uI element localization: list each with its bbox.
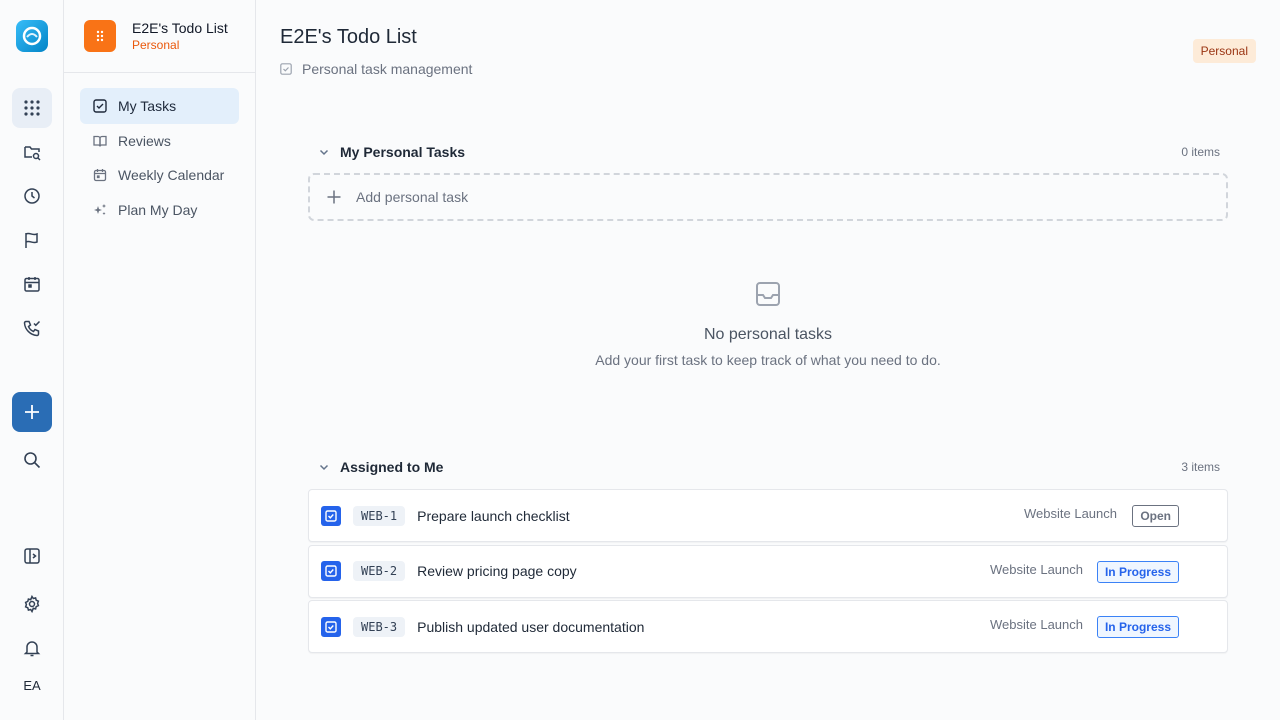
task-list: WEB-1 Prepare launch checklist Website L…: [308, 489, 1228, 656]
toggle-sidebar-icon[interactable]: [12, 536, 52, 576]
flag-icon[interactable]: [12, 220, 52, 260]
task-type-icon: [321, 561, 341, 581]
personal-tasks-header[interactable]: My Personal Tasks 0 items: [308, 138, 1228, 166]
book-open-icon: [92, 133, 108, 149]
sidebar-item-reviews[interactable]: Reviews: [80, 123, 239, 159]
subtitle-text: Personal task management: [302, 61, 473, 77]
icon-rail: EA: [0, 0, 64, 720]
task-row[interactable]: WEB-1 Prepare launch checklist Website L…: [308, 489, 1228, 542]
create-plus-button[interactable]: [12, 392, 52, 432]
sidebar-item-weekly-calendar[interactable]: Weekly Calendar: [80, 157, 239, 193]
settings-gear-icon[interactable]: [12, 584, 52, 624]
sidebar-item-label: Plan My Day: [118, 201, 198, 218]
item-count-badge: 3 items: [1173, 458, 1228, 476]
calendar-icon: [92, 167, 108, 183]
notifications-bell-icon[interactable]: [12, 628, 52, 668]
clock-icon[interactable]: [12, 176, 52, 216]
empty-state-description: Add your first task to keep track of wha…: [595, 352, 941, 368]
task-row[interactable]: WEB-3 Publish updated user documentation…: [308, 600, 1228, 653]
section-title: My Personal Tasks: [340, 144, 466, 160]
folder-search-icon[interactable]: [12, 132, 52, 172]
checkbox-square-icon: [92, 98, 108, 114]
workspace-grip-icon: [84, 20, 116, 52]
task-row[interactable]: WEB-2 Review pricing page copy Website L…: [308, 544, 1228, 598]
user-avatar-initials[interactable]: EA: [0, 678, 64, 693]
sparkles-icon: [92, 202, 108, 218]
assigned-tasks-section: Assigned to Me 3 items WEB-1 Prepare lau…: [308, 453, 1228, 653]
apps-grid-icon[interactable]: [12, 88, 52, 128]
empty-state-title: No personal tasks: [703, 326, 833, 343]
empty-state: No personal tasks Add your first task to…: [308, 280, 1228, 368]
task-id: WEB-2: [353, 561, 406, 581]
task-title: Publish updated user documentation: [417, 618, 645, 635]
search-icon[interactable]: [12, 440, 52, 480]
task-type-icon: [321, 505, 341, 526]
section-title: Assigned to Me: [340, 459, 444, 475]
task-id: WEB-1: [353, 505, 406, 526]
plus-icon: [326, 189, 342, 205]
page-subtitle: Personal task management: [280, 61, 472, 77]
calendar-icon[interactable]: [12, 264, 52, 304]
assigned-tasks-header[interactable]: Assigned to Me 3 items: [308, 453, 1228, 481]
task-id: WEB-3: [353, 616, 406, 637]
sidebar-item-plan-my-day[interactable]: Plan My Day: [80, 192, 239, 228]
sidebar-item-label: Weekly Calendar: [118, 167, 225, 183]
task-type-icon: [321, 616, 341, 637]
page-title: E2E's Todo List: [280, 26, 417, 48]
workspace-name: E2E's Todo List: [132, 20, 228, 36]
phone-check-icon[interactable]: [12, 308, 52, 348]
task-project: Website Launch: [990, 617, 1083, 632]
workspace-header[interactable]: E2E's Todo List Personal: [64, 0, 255, 73]
add-personal-task-button[interactable]: Add personal task: [308, 173, 1228, 221]
sidebar-item-label: Reviews: [118, 132, 171, 149]
sidebar-item-label: My Tasks: [118, 98, 177, 114]
checkbox-square-icon: [280, 62, 294, 76]
item-count-badge: 0 items: [1173, 143, 1228, 161]
main-content: E2E's Todo List Personal task management…: [256, 0, 1280, 720]
status-badge: In Progress: [1096, 560, 1179, 583]
personal-tasks-section: My Personal Tasks 0 items Add personal t…: [308, 138, 1228, 221]
task-project: Website Launch: [1024, 506, 1117, 521]
chevron-down-icon[interactable]: [316, 459, 332, 475]
task-title: Prepare launch checklist: [417, 507, 570, 524]
workspace-type: Personal: [132, 38, 180, 52]
sidebar-item-my-tasks[interactable]: My Tasks: [80, 88, 239, 124]
app-logo[interactable]: [16, 20, 48, 52]
task-title: Review pricing page copy: [417, 563, 577, 579]
sidebar-nav: My Tasks Reviews Weekly Calendar Plan My…: [80, 88, 239, 226]
sidebar: E2E's Todo List Personal My Tasks Review…: [64, 0, 256, 720]
chevron-down-icon[interactable]: [316, 144, 332, 160]
task-project: Website Launch: [990, 561, 1083, 577]
workspace-type-badge: Personal: [1192, 39, 1256, 63]
inbox-icon: [754, 280, 782, 308]
add-task-label: Add personal task: [356, 189, 469, 205]
status-badge: In Progress: [1096, 616, 1179, 638]
status-badge: Open: [1132, 505, 1179, 527]
